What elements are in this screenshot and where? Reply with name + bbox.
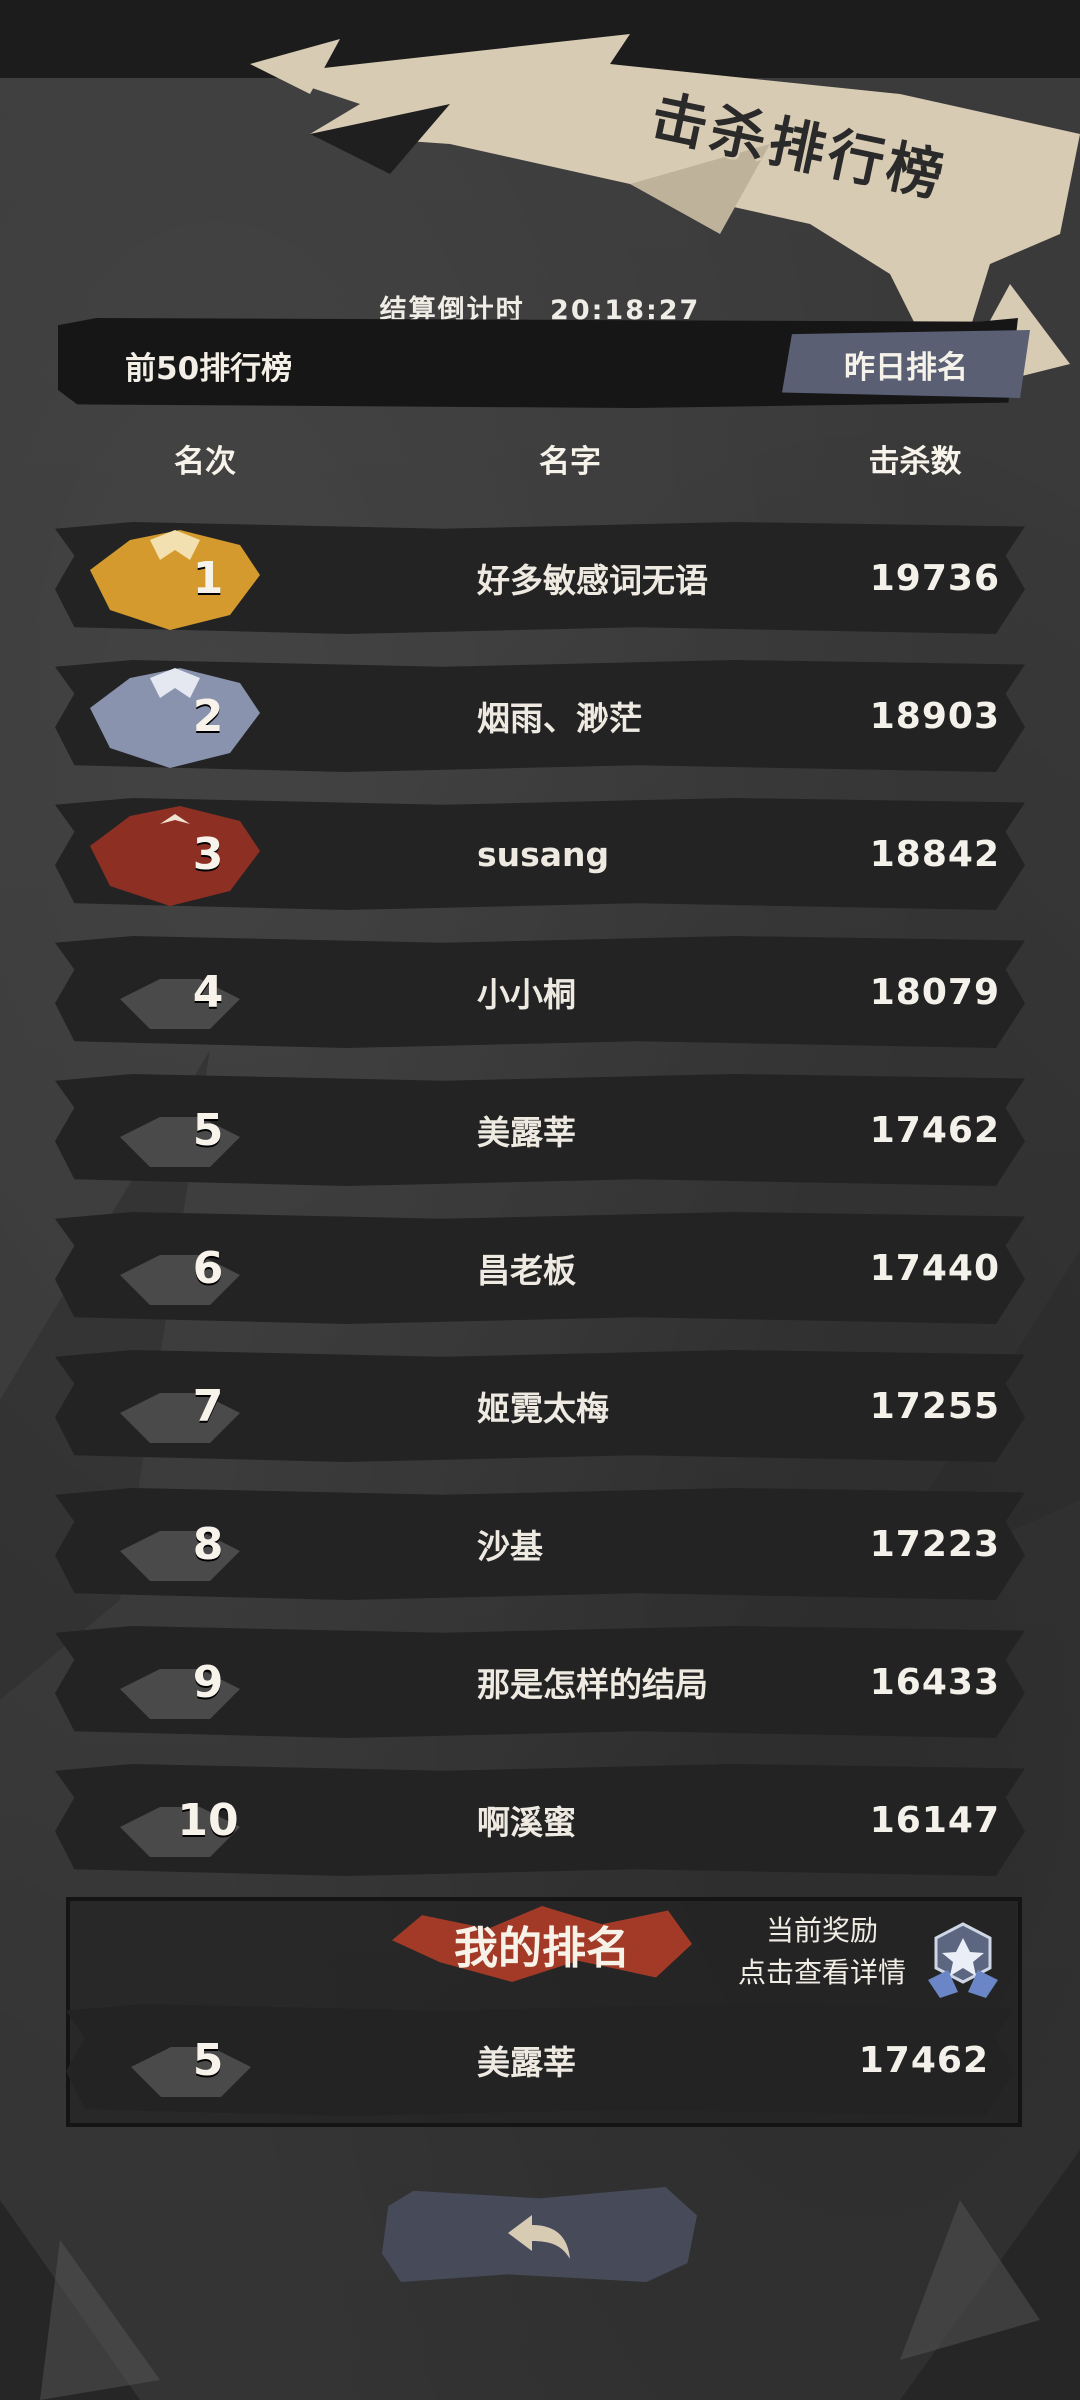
rank-number: 6 — [192, 1242, 224, 1294]
my-rank-number: 5 — [192, 2034, 224, 2086]
rank-number: 2 — [192, 690, 224, 742]
reward-line-2: 点击查看详情 — [737, 1956, 906, 1989]
rank-number: 7 — [192, 1380, 224, 1432]
kill-count: 16433 — [869, 1661, 1000, 1703]
header-rank: 名次 — [135, 428, 275, 488]
table-row: 7 姬霓太梅 17255 — [55, 1350, 1025, 1462]
player-name: 小小桐 — [477, 975, 576, 1014]
rank-number: 5 — [192, 1104, 224, 1156]
my-player-name: 美露莘 — [477, 2043, 576, 2082]
kill-count: 17223 — [869, 1523, 1000, 1565]
table-row: 4 小小桐 18079 — [55, 936, 1025, 1048]
kill-count: 17440 — [869, 1247, 1000, 1289]
header-kills: 击杀数 — [830, 428, 1000, 488]
reward-line-1: 当前奖励 — [765, 1914, 878, 1947]
player-name: 烟雨、渺茫 — [477, 699, 642, 738]
my-kill-count: 17462 — [858, 2039, 989, 2081]
kill-count: 18903 — [869, 695, 1000, 737]
player-name: 啊溪蜜 — [477, 1803, 576, 1842]
current-reward-link[interactable]: 当前奖励 点击查看详情 — [722, 1910, 922, 1994]
table-row: 1 好多敏感词无语 19736 — [55, 522, 1025, 634]
table-row: 3 susang 18842 — [55, 798, 1025, 910]
player-name: 沙基 — [477, 1527, 543, 1566]
rank-number: 8 — [192, 1518, 224, 1570]
yesterday-ranking-button[interactable]: 昨日排名 — [782, 330, 1030, 398]
leaderboard-page: 击杀排行榜 结算倒计时 20:18:27 前50排行榜 昨日排名 名次 名字 击… — [0, 0, 1080, 2400]
table-header: 名次 名字 击杀数 — [0, 428, 1080, 488]
rank-number: 10 — [177, 1794, 239, 1846]
player-name: 那是怎样的结局 — [477, 1665, 708, 1704]
kill-count: 19736 — [869, 557, 1000, 599]
my-rank-title-wrap: 我的排名 — [392, 1906, 692, 1982]
top50-label: 前50排行榜 — [125, 351, 293, 387]
kill-count: 18842 — [869, 833, 1000, 875]
back-arrow-icon — [508, 2215, 570, 2259]
player-name: susang — [477, 834, 610, 874]
reward-medal-icon[interactable] — [918, 1920, 1008, 2000]
my-rank-title: 我的排名 — [454, 1923, 630, 1974]
kill-count: 16147 — [869, 1799, 1000, 1841]
rank-number: 3 — [192, 828, 224, 880]
player-name: 美露莘 — [477, 1113, 576, 1152]
table-row: 6 昌老板 17440 — [55, 1212, 1025, 1324]
rank-number: 1 — [192, 552, 224, 604]
player-name: 姬霓太梅 — [477, 1389, 609, 1428]
player-name: 好多敏感词无语 — [477, 561, 708, 600]
table-row: 5 美露莘 17462 — [55, 1074, 1025, 1186]
rank-number: 4 — [192, 966, 224, 1018]
rank-number: 9 — [192, 1656, 224, 1708]
table-row: 9 那是怎样的结局 16433 — [55, 1626, 1025, 1738]
kill-count: 17462 — [869, 1109, 1000, 1151]
player-name: 昌老板 — [477, 1251, 576, 1290]
my-rank-row: 5 美露莘 17462 — [66, 2004, 1014, 2116]
kill-count: 18079 — [869, 971, 1000, 1013]
table-row: 2 烟雨、渺茫 18903 — [55, 660, 1025, 772]
header-name: 名字 — [490, 428, 650, 488]
kill-count: 17255 — [869, 1385, 1000, 1427]
table-row: 8 沙基 17223 — [55, 1488, 1025, 1600]
back-button[interactable] — [382, 2187, 697, 2282]
table-row: 10 啊溪蜜 16147 — [55, 1764, 1025, 1876]
